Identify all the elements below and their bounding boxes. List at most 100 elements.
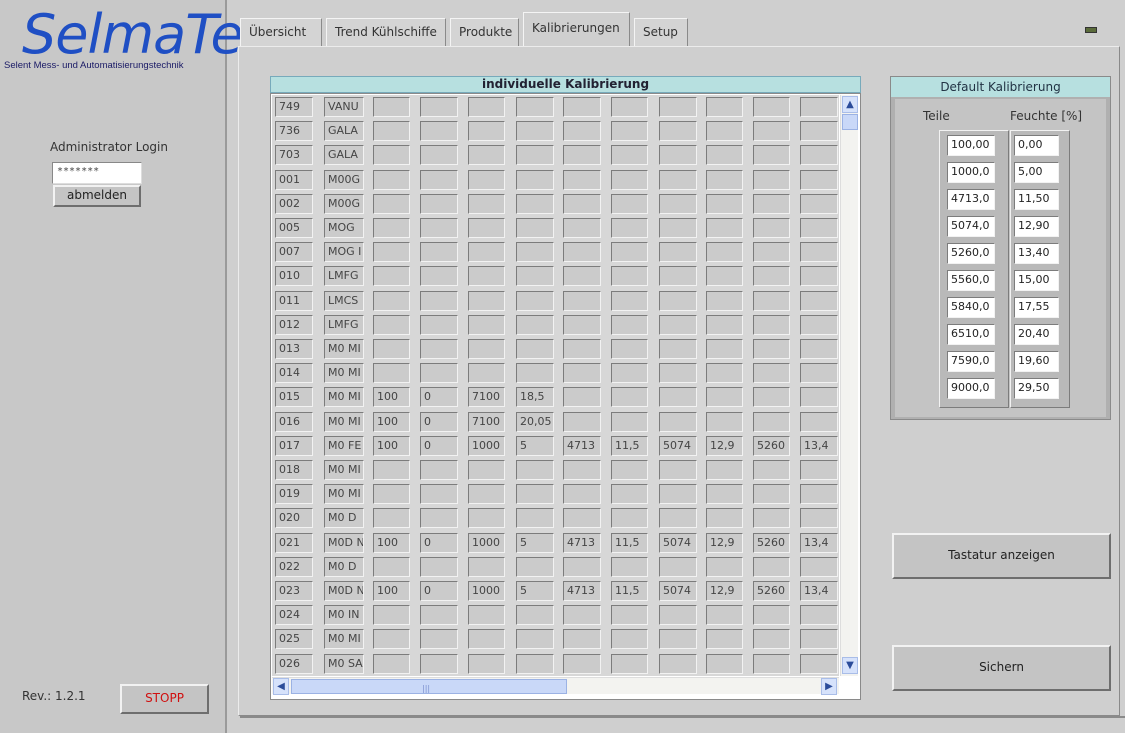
tab-4[interactable]: Setup [634, 18, 688, 46]
calibration-cell[interactable] [706, 629, 743, 650]
calibration-cell[interactable]: 100 [373, 387, 410, 408]
calibration-cell[interactable]: 0 [420, 532, 458, 553]
product-name-cell[interactable]: M0 MI [324, 387, 364, 408]
calibration-cell[interactable] [753, 145, 790, 166]
calibration-cell[interactable] [753, 629, 790, 650]
calibration-cell[interactable] [800, 266, 838, 287]
calibration-cell[interactable] [373, 653, 410, 674]
tab-0[interactable]: Übersicht [240, 18, 322, 46]
calibration-cell[interactable] [420, 339, 458, 359]
calibration-cell[interactable] [611, 218, 648, 238]
calibration-cell[interactable]: 5260 [753, 532, 790, 553]
calibration-cell[interactable] [468, 97, 505, 117]
calibration-cell[interactable] [611, 242, 648, 263]
calibration-cell[interactable] [563, 218, 601, 238]
calibration-cell[interactable] [800, 218, 838, 238]
calibration-cell[interactable] [611, 97, 648, 117]
product-name-cell[interactable]: GALA [324, 121, 364, 142]
calibration-cell[interactable] [420, 290, 458, 311]
teile-value[interactable]: 7590,0 [947, 351, 995, 372]
calibration-cell[interactable] [468, 314, 505, 335]
calibration-cell[interactable] [468, 363, 505, 384]
calibration-cell[interactable] [468, 193, 505, 214]
calibration-cell[interactable] [753, 193, 790, 214]
calibration-cell[interactable] [753, 556, 790, 577]
calibration-cell[interactable] [373, 484, 410, 505]
calibration-cell[interactable] [800, 508, 838, 529]
calibration-cell[interactable] [706, 314, 743, 335]
product-id-cell[interactable]: 024 [275, 605, 313, 626]
calibration-cell[interactable] [706, 290, 743, 311]
calibration-cell[interactable] [659, 363, 697, 384]
product-name-cell[interactable]: M0 SA [324, 653, 364, 674]
calibration-cell[interactable] [468, 121, 505, 142]
product-id-cell[interactable]: 736 [275, 121, 313, 142]
calibration-cell[interactable] [563, 242, 601, 263]
calibration-cell[interactable] [800, 363, 838, 384]
calibration-cell[interactable] [516, 242, 554, 263]
calibration-cell[interactable]: 20,05 [516, 411, 554, 432]
calibration-cell[interactable] [611, 629, 648, 650]
product-id-cell[interactable]: 019 [275, 484, 313, 505]
tab-2[interactable]: Produkte [450, 18, 519, 46]
calibration-cell[interactable]: 4713 [563, 435, 601, 456]
calibration-cell[interactable] [800, 169, 838, 190]
calibration-cell[interactable]: 100 [373, 532, 410, 553]
calibration-cell[interactable] [420, 460, 458, 480]
calibration-cell[interactable]: 5074 [659, 581, 697, 601]
product-name-cell[interactable]: M0 MI [324, 411, 364, 432]
calibration-cell[interactable] [800, 193, 838, 214]
product-id-cell[interactable]: 015 [275, 387, 313, 408]
product-name-cell[interactable]: MOG [324, 218, 364, 238]
calibration-cell[interactable] [800, 314, 838, 335]
calibration-cell[interactable] [611, 193, 648, 214]
calibration-cell[interactable] [800, 556, 838, 577]
calibration-cell[interactable] [468, 242, 505, 263]
calibration-cell[interactable] [420, 508, 458, 529]
teile-value[interactable]: 5074,0 [947, 216, 995, 237]
calibration-cell[interactable] [420, 169, 458, 190]
calibration-cell[interactable] [611, 411, 648, 432]
calibration-cell[interactable]: 0 [420, 581, 458, 601]
calibration-cell[interactable] [468, 605, 505, 626]
calibration-cell[interactable] [800, 387, 838, 408]
calibration-cell[interactable] [563, 363, 601, 384]
calibration-cell[interactable] [468, 484, 505, 505]
show-keyboard-button[interactable]: Tastatur anzeigen [892, 533, 1111, 579]
product-id-cell[interactable]: 749 [275, 97, 313, 117]
calibration-cell[interactable] [420, 266, 458, 287]
calibration-cell[interactable] [373, 145, 410, 166]
calibration-cell[interactable]: 5074 [659, 532, 697, 553]
calibration-cell[interactable]: 13,4 [800, 532, 838, 553]
calibration-cell[interactable]: 11,5 [611, 581, 648, 601]
product-id-cell[interactable]: 002 [275, 193, 313, 214]
calibration-cell[interactable] [659, 629, 697, 650]
calibration-cell[interactable] [420, 97, 458, 117]
calibration-cell[interactable] [563, 314, 601, 335]
calibration-cell[interactable]: 4713 [563, 532, 601, 553]
calibration-cell[interactable]: 5 [516, 581, 554, 601]
calibration-cell[interactable] [659, 193, 697, 214]
calibration-cell[interactable] [706, 121, 743, 142]
calibration-cell[interactable] [706, 508, 743, 529]
calibration-cell[interactable] [563, 653, 601, 674]
tab-3[interactable]: Kalibrierungen [523, 12, 630, 46]
calibration-cell[interactable] [516, 629, 554, 650]
save-button[interactable]: Sichern [892, 645, 1111, 691]
product-id-cell[interactable]: 010 [275, 266, 313, 287]
calibration-cell[interactable] [516, 605, 554, 626]
calibration-cell[interactable] [611, 339, 648, 359]
calibration-cell[interactable] [373, 266, 410, 287]
calibration-cell[interactable] [563, 97, 601, 117]
calibration-cell[interactable] [706, 169, 743, 190]
calibration-cell[interactable] [420, 484, 458, 505]
calibration-cell[interactable] [420, 629, 458, 650]
calibration-cell[interactable] [706, 97, 743, 117]
calibration-cell[interactable]: 11,5 [611, 435, 648, 456]
feuchte-value[interactable]: 15,00 [1014, 270, 1059, 291]
calibration-cell[interactable]: 13,4 [800, 581, 838, 601]
calibration-cell[interactable] [420, 145, 458, 166]
calibration-cell[interactable] [516, 145, 554, 166]
horizontal-scrollbar[interactable]: ◀ ||| ▶ [272, 677, 839, 695]
feuchte-value[interactable]: 13,40 [1014, 243, 1059, 264]
